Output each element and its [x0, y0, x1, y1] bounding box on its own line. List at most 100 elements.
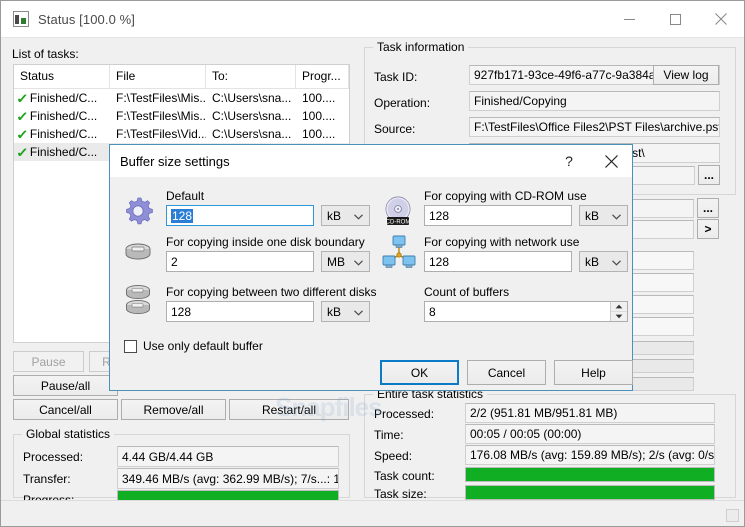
chevron-down-icon: [612, 209, 621, 223]
operation-label: Operation:: [374, 96, 431, 110]
task-id-label: Task ID:: [374, 70, 418, 84]
dialog-body: Snapfiles Default 128 kB: [110, 177, 633, 422]
default-input[interactable]: 128: [166, 205, 314, 226]
pause-button[interactable]: Pause: [13, 351, 84, 372]
resize-grip[interactable]: [726, 509, 739, 522]
use-only-default-buffer-checkbox[interactable]: [124, 340, 137, 353]
source-label: Source:: [374, 122, 416, 136]
help-button[interactable]: Help: [554, 360, 633, 385]
maximize-button[interactable]: [652, 1, 698, 37]
inside-disk-unit-select[interactable]: MB: [321, 251, 370, 272]
column-header-status[interactable]: Status: [14, 65, 110, 89]
stat-time-value: 00:05 / 00:05 (00:00): [465, 424, 715, 444]
window-controls: [606, 1, 744, 37]
task-list-label: List of tasks:: [12, 47, 79, 61]
browse-button[interactable]: ...: [698, 165, 720, 185]
chevron-down-icon: [354, 255, 363, 269]
default-input-value: 128: [171, 208, 194, 223]
cancel-all-button[interactable]: Cancel/all: [13, 399, 118, 420]
help-icon[interactable]: ?: [548, 146, 590, 177]
task-list-header: Status File To: Progr...: [14, 65, 349, 89]
cell-status: Finished/C...: [29, 109, 98, 123]
close-icon[interactable]: [590, 146, 632, 177]
inside-disk-input[interactable]: 2: [166, 251, 314, 272]
check-icon: ✓: [16, 145, 29, 159]
window-titlebar: Status [100.0 %]: [1, 1, 744, 37]
between-disks-label: For copying between two different disks: [166, 285, 377, 299]
cdrom-label: For copying with CD-ROM use: [424, 189, 587, 203]
cell-status: Finished/C...: [29, 91, 98, 105]
table-row[interactable]: ✓ Finished/C... F:\TestFiles\Vid... C:\Us…: [14, 125, 349, 143]
restart-all-button[interactable]: Restart/all: [229, 399, 349, 420]
stat-processed-value: 2/2 (951.81 MB/951.81 MB): [465, 403, 715, 423]
stepper-up-icon[interactable]: [611, 302, 627, 312]
path-browse-button[interactable]: ...: [697, 198, 719, 218]
stepper-arrows[interactable]: [610, 302, 627, 321]
dialog-title: Buffer size settings: [120, 153, 230, 169]
ok-button[interactable]: OK: [380, 360, 459, 385]
cell-file: F:\TestFiles\Mis...: [116, 91, 206, 105]
chevron-down-icon: [612, 255, 621, 269]
cell-progress: 100....: [302, 91, 336, 105]
check-icon: ✓: [16, 127, 29, 141]
network-unit-select[interactable]: kB: [579, 251, 628, 272]
network-icon: [382, 235, 416, 272]
default-unit-value: kB: [327, 208, 342, 223]
buffer-count-value: 8: [429, 304, 436, 319]
column-header-progress[interactable]: Progr...: [296, 65, 349, 89]
column-header-file[interactable]: File: [110, 65, 206, 89]
cdrom-unit-select[interactable]: kB: [579, 205, 628, 226]
use-only-default-buffer-label: Use only default buffer: [143, 339, 263, 353]
cell-file: F:\TestFiles\Vid...: [116, 127, 206, 141]
cell-progress: 100....: [302, 127, 336, 141]
table-row[interactable]: ✓ Finished/C... F:\TestFiles\Mis... C:\Us…: [14, 89, 349, 107]
network-input[interactable]: 128: [424, 251, 572, 272]
status-window: Status [100.0 %] List of tasks: Status F…: [0, 0, 745, 527]
network-unit-value: kB: [585, 254, 600, 269]
stat-speed-value: 176.08 MB/s (avg: 159.89 MB/s); 2/s (avg…: [465, 445, 715, 465]
dialog-titlebar: Buffer size settings ?: [110, 145, 632, 177]
between-disks-unit-select[interactable]: kB: [321, 301, 370, 322]
buffer-count-stepper[interactable]: 8: [424, 301, 628, 322]
double-disk-icon: [123, 283, 155, 320]
buffer-count-label: Count of buffers: [424, 285, 510, 299]
cell-to: C:\Users\sna...: [212, 127, 292, 141]
cdrom-input[interactable]: 128: [424, 205, 572, 226]
cancel-button[interactable]: Cancel: [467, 360, 546, 385]
cdrom-unit-value: kB: [585, 208, 600, 223]
table-row[interactable]: ✓ Finished/C... F:\TestFiles\Mis... C:\Us…: [14, 107, 349, 125]
app-status-icon: [13, 11, 29, 27]
between-disks-input[interactable]: 128: [166, 301, 314, 322]
stat-task-size-label: Task size:: [374, 487, 427, 501]
close-button[interactable]: [698, 1, 744, 37]
inside-disk-label: For copying inside one disk boundary: [166, 235, 365, 249]
between-disks-unit-value: kB: [327, 304, 342, 319]
statusbar: [1, 500, 744, 526]
chevron-down-icon: [354, 209, 363, 223]
column-header-to[interactable]: To:: [206, 65, 296, 89]
dialog-controls: ?: [548, 146, 632, 177]
cell-file: F:\TestFiles\Mis...: [116, 109, 206, 123]
window-title: Status [100.0 %]: [38, 11, 135, 27]
stat-task-count-label: Task count:: [374, 469, 435, 483]
global-processed-label: Processed:: [23, 450, 84, 464]
pause-all-button[interactable]: Pause/all: [13, 375, 118, 396]
check-icon: ✓: [16, 109, 29, 123]
remove-all-button[interactable]: Remove/all: [121, 399, 226, 420]
stepper-down-icon[interactable]: [611, 312, 627, 321]
global-transfer-value: 349.46 MB/s (avg: 362.99 MB/s); 7/s...: …: [117, 468, 339, 489]
view-log-button[interactable]: View log: [653, 65, 719, 85]
default-label: Default: [166, 189, 205, 203]
default-unit-select[interactable]: kB: [321, 205, 370, 226]
task-count-progress-bar: [465, 467, 715, 482]
path-go-button[interactable]: >: [697, 219, 719, 239]
titlebar-divider: [1, 37, 744, 38]
global-statistics-title: Global statistics: [22, 427, 115, 441]
minimize-button[interactable]: [606, 1, 652, 37]
cell-status: Finished/C...: [29, 145, 98, 159]
inside-disk-unit-value: MB: [327, 254, 345, 269]
gear-icon: [123, 196, 153, 229]
cell-to: C:\Users\sna...: [212, 91, 292, 105]
stat-time-label: Time:: [374, 428, 404, 442]
buffer-size-settings-dialog: Buffer size settings ? Snapfiles: [109, 144, 633, 422]
